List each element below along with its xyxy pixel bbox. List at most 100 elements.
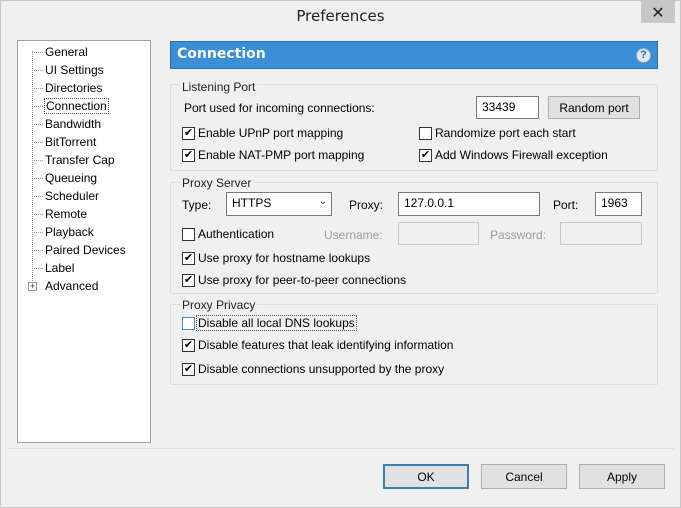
dialog-footer: OK Cancel Apply [8,448,674,501]
tree-connector [32,268,43,269]
sidebar-item-transfer-cap[interactable]: Transfer Cap [18,151,150,169]
peer-connections-checkbox[interactable]: ✔ [182,274,195,287]
username-input[interactable] [398,222,479,245]
username-label: Username: [324,228,383,242]
sidebar-item-advanced[interactable]: + Advanced [18,277,150,295]
tree-connector [32,70,43,71]
sidebar-item-label: Directories [45,81,103,95]
sidebar-item-label: Bandwidth [45,117,102,131]
tree-connector [32,250,43,251]
sidebar-item-label: Connection [44,98,109,114]
proxy-port-input[interactable]: 1963 [595,192,642,216]
sidebar-item-label: General [45,45,88,59]
sidebar-item-general[interactable]: General [18,43,150,61]
sidebar-item-label: Scheduler [45,189,100,203]
randomize-port-checkbox[interactable] [419,127,432,140]
sidebar-item-connection[interactable]: Connection [18,97,150,115]
check-icon: ✔ [183,339,194,351]
password-input[interactable] [560,222,642,245]
check-icon: ✔ [183,127,194,139]
disable-dns-checkbox[interactable] [182,317,195,330]
close-icon: ✕ [651,2,665,22]
tree-connector [32,232,43,233]
disable-unsupported-label[interactable]: Disable connections unsupported by the p… [198,362,444,376]
sidebar-item-label: BitTorrent [45,135,97,149]
tree-connector [32,160,43,161]
ok-button[interactable]: OK [383,464,469,489]
tree-connector [32,124,43,125]
disable-leak-checkbox[interactable]: ✔ [182,339,195,352]
sidebar-item-remote[interactable]: Remote [18,205,150,223]
sidebar-item-bittorrent[interactable]: BitTorrent [18,133,150,151]
sidebar-item-queueing[interactable]: Queueing [18,169,150,187]
proxy-server-title: Proxy Server [180,176,254,190]
sidebar-item-label: Playback [45,225,94,239]
window-title: Preferences [296,7,385,25]
section-title: Connection [177,46,266,62]
password-label: Password: [490,228,547,242]
category-tree[interactable]: General UI Settings Directories Connection B… [17,40,151,443]
authentication-label[interactable]: Authentication [198,227,274,241]
hostname-lookups-label[interactable]: Use proxy for hostname lookups [198,251,370,265]
tree-connector [32,142,43,143]
close-button[interactable]: ✕ [641,1,675,23]
disable-dns-label[interactable]: Disable all local DNS lookups [196,315,357,331]
proxy-type-select[interactable]: HTTPS ⌄ [226,192,332,216]
sidebar-item-ui-settings[interactable]: UI Settings [18,61,150,79]
peer-connections-label[interactable]: Use proxy for peer-to-peer connections [198,273,406,287]
tree-connector [32,196,43,197]
hostname-lookups-checkbox[interactable]: ✔ [182,252,195,265]
chevron-down-icon: ⌄ [318,196,327,207]
sidebar-item-directories[interactable]: Directories [18,79,150,97]
dialog-client: General UI Settings Directories Connection B… [8,31,674,501]
tree-connector [32,106,43,107]
upnp-checkbox[interactable]: ✔ [182,127,195,140]
disable-unsupported-checkbox[interactable]: ✔ [182,363,195,376]
sidebar-item-label: Transfer Cap [45,153,115,167]
natpmp-label[interactable]: Enable NAT-PMP port mapping [198,148,364,162]
firewall-checkbox[interactable]: ✔ [419,149,432,162]
random-port-button[interactable]: Random port [548,96,640,119]
authentication-checkbox[interactable] [182,228,195,241]
expand-icon[interactable]: + [28,282,37,291]
check-icon: ✔ [183,363,194,375]
incoming-port-input[interactable]: 33439 [476,96,539,119]
sidebar-item-bandwidth[interactable]: Bandwidth [18,115,150,133]
sidebar-item-scheduler[interactable]: Scheduler [18,187,150,205]
proxy-type-label: Type: [182,198,212,212]
check-icon: ✔ [183,149,194,161]
proxy-privacy-title: Proxy Privacy [180,298,258,312]
natpmp-checkbox[interactable]: ✔ [182,149,195,162]
preferences-window: Preferences ✕ General UI Settings Director… [0,0,681,508]
check-icon: ✔ [183,252,194,264]
upnp-label[interactable]: Enable UPnP port mapping [198,126,343,140]
firewall-label[interactable]: Add Windows Firewall exception [435,148,608,162]
listening-port-title: Listening Port [180,80,258,94]
proxy-port-label: Port: [553,198,579,212]
title-bar: Preferences ✕ [1,1,680,31]
apply-button[interactable]: Apply [579,464,665,489]
sidebar-item-label[interactable]: Label [18,259,150,277]
proxy-host-input[interactable]: 127.0.0.1 [398,192,540,216]
tree-connector [32,178,43,179]
sidebar-item-label: Remote [45,207,88,221]
proxy-host-label: Proxy: [349,198,384,212]
sidebar-item-paired-devices[interactable]: Paired Devices [18,241,150,259]
tree-connector [32,214,43,215]
sidebar-item-label: UI Settings [45,63,104,77]
tree-connector [32,52,43,53]
incoming-port-label: Port used for incoming connections: [184,101,375,115]
sidebar-item-label: Advanced [45,279,99,293]
tree-connector [32,88,43,89]
disable-leak-label[interactable]: Disable features that leak identifying i… [198,338,453,352]
cancel-button[interactable]: Cancel [481,464,567,489]
sidebar-item-playback[interactable]: Playback [18,223,150,241]
sidebar-item-label: Queueing [45,171,98,185]
sidebar-item-label: Paired Devices [45,243,126,257]
section-header: Connection ? [170,41,658,69]
check-icon: ✔ [420,149,431,161]
help-icon[interactable]: ? [636,48,651,63]
proxy-type-value: HTTPS [232,196,272,210]
randomize-port-label[interactable]: Randomize port each start [435,126,576,140]
sidebar-item-label: Label [45,261,75,275]
